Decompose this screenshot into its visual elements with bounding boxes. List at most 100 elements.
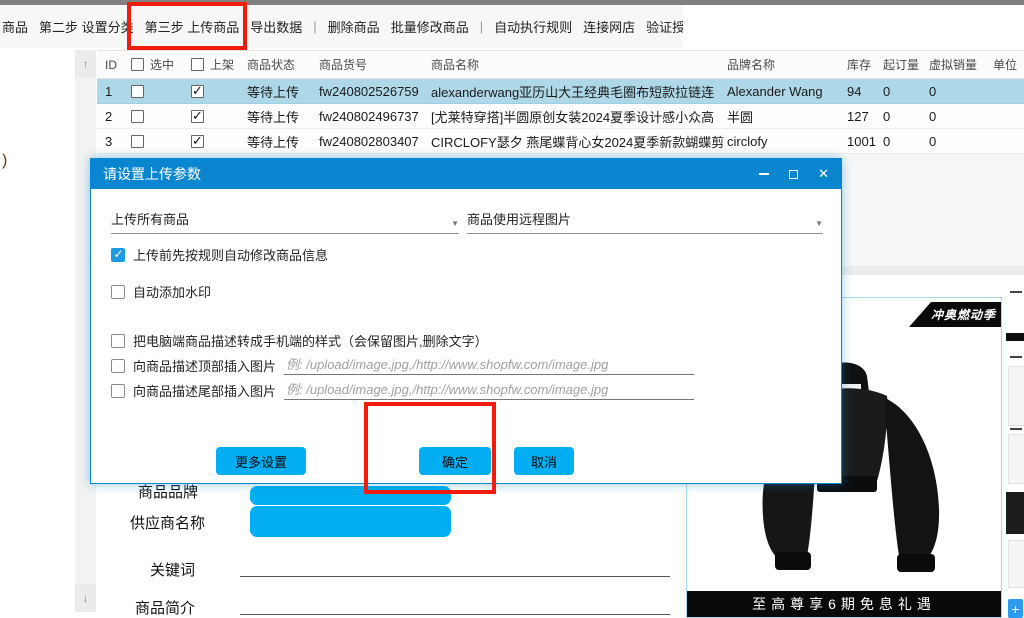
table-row[interactable]: 1 等待上传 fw240802526759 alexanderwang亚历山大王… bbox=[97, 79, 1024, 104]
col-header-virtual-sales: 虚拟销量 bbox=[929, 56, 993, 73]
more-settings-button[interactable]: 更多设置 bbox=[216, 447, 306, 475]
thumbnail-dash bbox=[1010, 428, 1022, 430]
col-header-id: ID bbox=[97, 58, 131, 72]
image-source-value: 商品使用远程图片 bbox=[467, 209, 571, 228]
cell-virtual-sales: 0 bbox=[929, 134, 993, 149]
col-header-stock: 库存 bbox=[847, 56, 883, 73]
col-header-min-order: 起订量 bbox=[883, 56, 929, 73]
close-icon[interactable]: ✕ bbox=[818, 159, 829, 189]
thumbnail-partial-image[interactable] bbox=[1006, 492, 1024, 534]
row-shelf-checkbox[interactable] bbox=[191, 135, 204, 148]
cell-min-order: 0 bbox=[883, 134, 929, 149]
mobile-style-label: 把电脑端商品描述转成手机端的样式（会保留图片,删除文字） bbox=[133, 331, 488, 350]
select-all-checkbox[interactable] bbox=[131, 58, 144, 71]
toolbar-item-batch-edit[interactable]: 批量修改商品 bbox=[391, 17, 469, 36]
cell-sku: fw240802803407 bbox=[319, 134, 431, 149]
annotation-box-ok bbox=[364, 402, 496, 494]
thumbnail-item[interactable] bbox=[1008, 434, 1024, 484]
cell-brand: Alexander Wang bbox=[727, 84, 847, 99]
cell-virtual-sales: 0 bbox=[929, 84, 993, 99]
toolbar-item-delete-product[interactable]: 删除商品 bbox=[328, 17, 380, 36]
cell-status: 等待上传 bbox=[247, 82, 319, 101]
desc-top-image-checkbox[interactable] bbox=[111, 359, 125, 373]
form-label-intro: 商品简介 bbox=[135, 597, 195, 618]
cell-sku: fw240802496737 bbox=[319, 109, 431, 124]
shelf-all-checkbox[interactable] bbox=[191, 58, 204, 71]
mobile-style-checkbox[interactable] bbox=[111, 334, 125, 348]
row-select-checkbox[interactable] bbox=[131, 135, 144, 148]
cell-min-order: 0 bbox=[883, 84, 929, 99]
cell-brand: circlofy bbox=[727, 134, 847, 149]
cell-status: 等待上传 bbox=[247, 107, 319, 126]
cell-virtual-sales: 0 bbox=[929, 109, 993, 124]
image-source-dropdown[interactable]: 商品使用远程图片 ▼ bbox=[467, 209, 823, 234]
cell-id: 3 bbox=[97, 134, 131, 149]
cell-stock: 127 bbox=[847, 109, 883, 124]
cell-name: CIRCLOFY瑟夕 燕尾蝶背心女2024夏季新款蝴蝶剪 bbox=[431, 132, 727, 151]
cell-stock: 94 bbox=[847, 84, 883, 99]
chevron-down-icon: ▼ bbox=[815, 219, 823, 228]
row-select-checkbox[interactable] bbox=[131, 85, 144, 98]
upload-scope-value: 上传所有商品 bbox=[111, 209, 189, 228]
table-header-row: ID 选中 上架 商品状态 商品货号 商品名称 品牌名称 库存 起订量 虚拟销量… bbox=[97, 51, 1024, 79]
supplier-select-field[interactable] bbox=[250, 506, 451, 537]
add-image-button[interactable]: + bbox=[1008, 599, 1023, 618]
watermark-label: 自动添加水印 bbox=[133, 282, 211, 301]
stray-character: ) bbox=[2, 152, 7, 170]
auto-modify-label: 上传前先按规则自动修改商品信息 bbox=[133, 245, 328, 264]
col-header-status: 商品状态 bbox=[247, 56, 319, 73]
desc-bottom-image-checkbox[interactable] bbox=[111, 384, 125, 398]
upload-scope-dropdown[interactable]: 上传所有商品 ▼ bbox=[111, 209, 459, 234]
thumbnail-dash bbox=[1010, 291, 1022, 293]
cell-status: 等待上传 bbox=[247, 132, 319, 151]
row-select-checkbox[interactable] bbox=[131, 110, 144, 123]
scroll-up-icon[interactable]: ↑ bbox=[75, 50, 96, 78]
desc-top-image-input[interactable] bbox=[284, 357, 694, 375]
form-label-keywords: 关键词 bbox=[150, 559, 195, 580]
thumbnail-item[interactable] bbox=[1008, 540, 1024, 588]
cell-stock: 1001 bbox=[847, 134, 883, 149]
toolbar-item-connect-shop[interactable]: 连接网店 bbox=[583, 17, 635, 36]
cell-name: [尤莱特穿搭]半圆原创女装2024夏季设计感小众高 bbox=[431, 107, 727, 126]
row-shelf-checkbox[interactable] bbox=[191, 85, 204, 98]
row-shelf-checkbox[interactable] bbox=[191, 110, 204, 123]
table-row[interactable]: 2 等待上传 fw240802496737 [尤莱特穿搭]半圆原创女装2024夏… bbox=[97, 104, 1024, 129]
toolbar-right-blank bbox=[683, 5, 1024, 48]
form-label-brand: 商品品牌 bbox=[138, 481, 198, 502]
keywords-input[interactable] bbox=[240, 556, 670, 577]
scroll-down-icon[interactable]: ↓ bbox=[75, 584, 96, 612]
chevron-down-icon: ▼ bbox=[451, 219, 459, 228]
toolbar-separator: | bbox=[313, 19, 316, 34]
maximize-icon[interactable] bbox=[789, 170, 798, 179]
watermark-checkbox[interactable] bbox=[111, 285, 125, 299]
cell-sku: fw240802526759 bbox=[319, 84, 431, 99]
auto-modify-checkbox[interactable] bbox=[111, 248, 125, 262]
cell-brand: 半圆 bbox=[727, 107, 847, 126]
intro-input[interactable] bbox=[240, 594, 670, 615]
cell-id: 2 bbox=[97, 109, 131, 124]
col-header-shelf: 上架 bbox=[191, 56, 247, 73]
toolbar-item-auto-rules[interactable]: 自动执行规则 bbox=[494, 17, 572, 36]
thumbnail-partial-dark bbox=[1006, 333, 1024, 341]
toolbar-item-step2-set-category[interactable]: 第二步 设置分类 bbox=[39, 17, 134, 36]
desc-top-image-label: 向商品描述顶部插入图片 bbox=[133, 356, 276, 375]
table-row[interactable]: 3 等待上传 fw240802803407 CIRCLOFY瑟夕 燕尾蝶背心女2… bbox=[97, 129, 1024, 154]
desc-bottom-image-input[interactable] bbox=[284, 382, 694, 400]
thumbnail-item[interactable] bbox=[1008, 366, 1024, 426]
form-label-supplier: 供应商名称 bbox=[130, 512, 205, 533]
dialog-title: 请设置上传参数 bbox=[91, 159, 841, 189]
col-header-name: 商品名称 bbox=[431, 56, 727, 73]
toolbar-item-product[interactable]: 商品 bbox=[2, 17, 28, 36]
toolbar-item-export-data[interactable]: 导出数据 bbox=[250, 17, 302, 36]
cell-min-order: 0 bbox=[883, 109, 929, 124]
col-header-shelf-label: 上架 bbox=[210, 56, 234, 73]
cell-id: 1 bbox=[97, 84, 131, 99]
minimize-icon[interactable] bbox=[759, 173, 769, 175]
toolbar-separator: | bbox=[480, 19, 483, 34]
cancel-button[interactable]: 取消 bbox=[514, 447, 574, 475]
thumbnail-dash bbox=[1010, 356, 1022, 358]
annotation-box-step3 bbox=[127, 2, 247, 50]
cell-name: alexanderwang亚历山大王经典毛圈布短款拉链连 bbox=[431, 82, 727, 101]
col-header-unit: 单位 bbox=[993, 56, 1024, 73]
col-header-sku: 商品货号 bbox=[319, 56, 431, 73]
